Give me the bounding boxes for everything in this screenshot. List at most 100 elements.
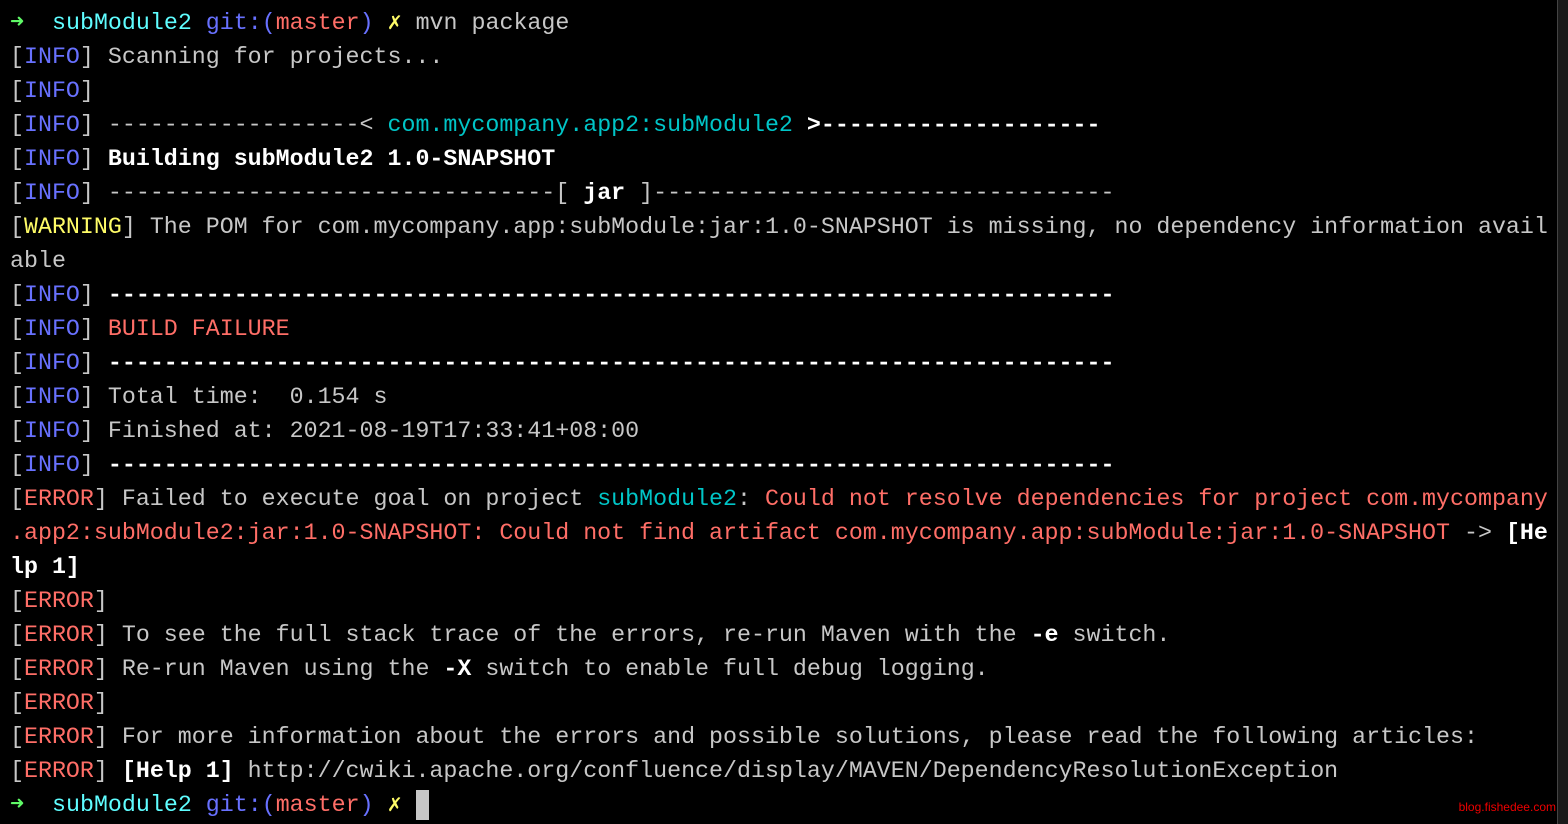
terminal-text: INFO (24, 384, 80, 410)
terminal-text: ] Failed to execute goal on project (94, 486, 597, 512)
cursor (416, 790, 429, 820)
terminal-text: master (276, 10, 360, 36)
terminal-output[interactable]: ➜ subModule2 git:(master) ✗ mvn package[… (10, 6, 1548, 822)
terminal-text: [ (10, 656, 24, 682)
terminal-text: ERROR (24, 486, 94, 512)
terminal-text: subModule2 (597, 486, 737, 512)
terminal-text: ] (94, 588, 108, 614)
terminal-text: http://cwiki.apache.org/confluence/displ… (234, 758, 1338, 784)
terminal-text: --------------------------------[ (108, 180, 583, 206)
terminal-text: WARNING (24, 214, 122, 240)
terminal-text: able (10, 248, 66, 274)
terminal-line: [ERROR] (10, 584, 1548, 618)
terminal-text: BUILD FAILURE (108, 316, 290, 342)
terminal-text: >-------------------- (793, 112, 1101, 138)
terminal-text: ERROR (24, 656, 94, 682)
terminal-line: [INFO] --------------------------------[… (10, 176, 1548, 210)
terminal-line: [INFO] ---------------------------------… (10, 278, 1548, 312)
terminal-text: ] The POM for com.mycompany.app:subModul… (122, 214, 1548, 240)
terminal-text: INFO (24, 146, 80, 172)
terminal-text: [ (10, 622, 24, 648)
terminal-text: ✗ (388, 792, 416, 818)
terminal-text: ----------------------------------------… (108, 452, 1115, 478)
terminal-text: [ (10, 758, 24, 784)
terminal-text: -e (1031, 622, 1059, 648)
terminal-text: switch. (1059, 622, 1171, 648)
terminal-line: [INFO] Finished at: 2021-08-19T17:33:41+… (10, 414, 1548, 448)
terminal-line: [ERROR] For more information about the e… (10, 720, 1548, 754)
terminal-text: [ (10, 78, 24, 104)
terminal-text: ERROR (24, 588, 94, 614)
terminal-text: ] (80, 452, 108, 478)
terminal-line: .app2:subModule2:jar:1.0-SNAPSHOT: Could… (10, 516, 1548, 550)
terminal-text: git:( (206, 792, 276, 818)
terminal-line: [INFO] ---------------------------------… (10, 346, 1548, 380)
terminal-text: [ (10, 418, 24, 444)
terminal-text: ) (360, 792, 388, 818)
terminal-text: ERROR (24, 622, 94, 648)
terminal-line: [WARNING] The POM for com.mycompany.app:… (10, 210, 1548, 244)
terminal-line: [ERROR] To see the full stack trace of t… (10, 618, 1548, 652)
terminal-text: subModule2 (52, 792, 206, 818)
terminal-text: ]--------------------------------- (625, 180, 1114, 206)
terminal-text: [He (1506, 520, 1548, 546)
prompt-arrow-icon: ➜ (10, 792, 52, 818)
terminal-text: ✗ (388, 10, 416, 36)
terminal-text: [ (10, 180, 24, 206)
terminal-text: ] (94, 758, 122, 784)
terminal-text: ERROR (24, 724, 94, 750)
terminal-text: [ (10, 316, 24, 342)
terminal-line: [INFO] ------------------< com.mycompany… (10, 108, 1548, 142)
terminal-text: [ (10, 452, 24, 478)
terminal-text: ERROR (24, 758, 94, 784)
terminal-text: ] (80, 180, 108, 206)
prompt-arrow-icon: ➜ (10, 10, 52, 36)
terminal-text: -X (443, 656, 471, 682)
terminal-text: [ (10, 486, 24, 512)
scrollbar[interactable] (1557, 0, 1568, 824)
terminal-line: lp 1] (10, 550, 1548, 584)
terminal-text: INFO (24, 78, 80, 104)
terminal-text: ] To see the full stack trace of the err… (94, 622, 1031, 648)
terminal-text: switch to enable full debug logging. (471, 656, 988, 682)
terminal-text: git:( (206, 10, 276, 36)
terminal-text: : (737, 486, 765, 512)
terminal-text: ] Total time: 0.154 s (80, 384, 388, 410)
terminal-text: ) (360, 10, 388, 36)
terminal-text: INFO (24, 418, 80, 444)
terminal-text: ] (80, 78, 94, 104)
terminal-text: ] (80, 282, 108, 308)
terminal-text: ] For more information about the errors … (94, 724, 1478, 750)
terminal-text: [ (10, 214, 24, 240)
terminal-text: INFO (24, 282, 80, 308)
terminal-line: [INFO] Scanning for projects... (10, 40, 1548, 74)
terminal-text: INFO (24, 180, 80, 206)
terminal-text: INFO (24, 112, 80, 138)
terminal-text: ----------------------------------------… (108, 282, 1115, 308)
terminal-text: [ (10, 350, 24, 376)
terminal-line: able (10, 244, 1548, 278)
terminal-text: [ (10, 724, 24, 750)
terminal-text: INFO (24, 316, 80, 342)
terminal-text: ----------------------------------------… (108, 350, 1115, 376)
terminal-text: master (276, 792, 360, 818)
terminal-text: [Help 1] (122, 758, 234, 784)
terminal-text: [ (10, 44, 24, 70)
terminal-text: mvn package (416, 10, 570, 36)
terminal-text: .app2:subModule2:jar:1.0-SNAPSHOT: Could… (10, 520, 1450, 546)
terminal-text: lp 1] (10, 554, 80, 580)
terminal-line: [ERROR] Failed to execute goal on projec… (10, 482, 1548, 516)
terminal-text: ] (80, 316, 108, 342)
terminal-line: [INFO] ---------------------------------… (10, 448, 1548, 482)
terminal-text: INFO (24, 452, 80, 478)
terminal-text: [ (10, 690, 24, 716)
terminal-text: INFO (24, 44, 80, 70)
terminal-line: [ERROR] (10, 686, 1548, 720)
terminal-text: ------------------< (108, 112, 388, 138)
terminal-text: [ (10, 588, 24, 614)
terminal-text: [ (10, 384, 24, 410)
terminal-text: Building subModule2 1.0-SNAPSHOT (108, 146, 555, 172)
terminal-text: ] Finished at: 2021-08-19T17:33:41+08:00 (80, 418, 639, 444)
terminal-line: [INFO] (10, 74, 1548, 108)
terminal-text: INFO (24, 350, 80, 376)
